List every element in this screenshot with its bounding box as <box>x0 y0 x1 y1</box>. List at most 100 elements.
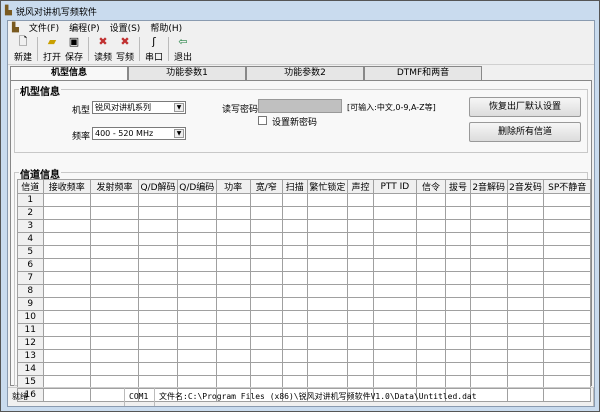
table-cell[interactable] <box>138 232 178 246</box>
table-cell[interactable] <box>281 193 308 207</box>
table-cell[interactable] <box>469 258 508 272</box>
table-cell[interactable] <box>89 258 140 272</box>
table-cell[interactable] <box>543 323 591 337</box>
save-button[interactable]: ▣ 保存 <box>63 34 85 64</box>
table-cell[interactable] <box>215 232 251 246</box>
table-cell[interactable] <box>469 362 508 376</box>
table-cell[interactable] <box>249 206 283 220</box>
table-cell[interactable] <box>42 362 91 376</box>
table-cell[interactable] <box>543 245 591 259</box>
table-cell[interactable] <box>176 310 217 324</box>
table-cell[interactable] <box>281 245 308 259</box>
table-cell[interactable] <box>89 336 140 350</box>
table-cell[interactable] <box>281 349 308 363</box>
table-cell[interactable] <box>469 219 508 233</box>
table-cell[interactable] <box>415 219 447 233</box>
table-cell[interactable] <box>306 271 349 285</box>
table-cell[interactable] <box>138 310 178 324</box>
table-cell[interactable] <box>445 271 471 285</box>
table-cell[interactable] <box>347 336 374 350</box>
table-cell[interactable] <box>445 219 471 233</box>
table-cell[interactable] <box>415 245 447 259</box>
table-cell[interactable] <box>415 193 447 207</box>
table-cell[interactable] <box>543 193 591 207</box>
table-cell[interactable] <box>42 310 91 324</box>
set-password-checkbox[interactable] <box>258 116 267 125</box>
table-cell[interactable] <box>506 258 545 272</box>
table-cell[interactable] <box>506 193 545 207</box>
table-cell[interactable] <box>415 310 447 324</box>
table-cell[interactable] <box>89 245 140 259</box>
table-cell[interactable] <box>415 258 447 272</box>
table-cell[interactable] <box>249 323 283 337</box>
table-cell[interactable] <box>138 245 178 259</box>
table-cell[interactable] <box>249 349 283 363</box>
table-cell[interactable] <box>415 271 447 285</box>
table-cell[interactable] <box>89 323 140 337</box>
table-cell[interactable] <box>215 219 251 233</box>
table-cell[interactable] <box>543 232 591 246</box>
table-cell[interactable] <box>306 232 349 246</box>
table-cell[interactable] <box>469 336 508 350</box>
table-cell[interactable] <box>415 206 447 220</box>
table-cell[interactable] <box>176 271 217 285</box>
table-cell[interactable] <box>281 310 308 324</box>
table-cell[interactable] <box>306 219 349 233</box>
table-cell[interactable] <box>176 284 217 298</box>
table-cell[interactable] <box>506 284 545 298</box>
table-cell[interactable] <box>89 232 140 246</box>
table-cell[interactable] <box>138 271 178 285</box>
table-cell[interactable] <box>506 206 545 220</box>
table-cell[interactable] <box>89 271 140 285</box>
table-cell[interactable] <box>445 206 471 220</box>
table-cell[interactable] <box>372 271 417 285</box>
table-cell[interactable] <box>306 206 349 220</box>
table-cell[interactable] <box>306 245 349 259</box>
table-cell[interactable] <box>347 310 374 324</box>
table-cell[interactable] <box>42 284 91 298</box>
table-cell[interactable] <box>176 219 217 233</box>
table-cell[interactable] <box>469 245 508 259</box>
table-cell[interactable] <box>415 232 447 246</box>
tab-model-info[interactable]: 机型信息 <box>10 66 128 81</box>
table-cell[interactable] <box>42 323 91 337</box>
table-cell[interactable] <box>281 232 308 246</box>
table-cell[interactable] <box>138 349 178 363</box>
table-cell[interactable] <box>469 297 508 311</box>
model-select[interactable]: 锐风对讲机系列 ▼ <box>92 101 186 114</box>
table-cell[interactable] <box>138 193 178 207</box>
table-cell[interactable] <box>347 219 374 233</box>
restore-defaults-button[interactable]: 恢复出厂默认设置 <box>469 97 581 117</box>
table-cell[interactable] <box>506 271 545 285</box>
table-cell[interactable] <box>347 193 374 207</box>
table-cell[interactable] <box>138 323 178 337</box>
table-cell[interactable] <box>469 206 508 220</box>
table-cell[interactable] <box>415 297 447 311</box>
table-cell[interactable] <box>249 362 283 376</box>
table-cell[interactable] <box>306 362 349 376</box>
table-cell[interactable] <box>543 206 591 220</box>
table-cell[interactable] <box>445 232 471 246</box>
table-cell[interactable] <box>215 193 251 207</box>
table-cell[interactable] <box>372 362 417 376</box>
table-cell[interactable] <box>281 297 308 311</box>
table-cell[interactable] <box>469 323 508 337</box>
table-cell[interactable] <box>306 284 349 298</box>
table-cell[interactable] <box>506 323 545 337</box>
table-cell[interactable] <box>176 258 217 272</box>
table-cell[interactable] <box>372 258 417 272</box>
table-cell[interactable] <box>469 193 508 207</box>
table-cell[interactable] <box>415 336 447 350</box>
table-cell[interactable] <box>445 258 471 272</box>
table-cell[interactable] <box>469 310 508 324</box>
table-cell[interactable] <box>372 336 417 350</box>
table-cell[interactable] <box>176 297 217 311</box>
table-cell[interactable] <box>445 336 471 350</box>
table-cell[interactable] <box>42 258 91 272</box>
table-cell[interactable] <box>215 258 251 272</box>
table-cell[interactable] <box>347 245 374 259</box>
table-cell[interactable] <box>445 362 471 376</box>
read-button[interactable]: ✖ 读频 <box>92 34 114 64</box>
table-cell[interactable] <box>176 206 217 220</box>
table-cell[interactable] <box>249 310 283 324</box>
